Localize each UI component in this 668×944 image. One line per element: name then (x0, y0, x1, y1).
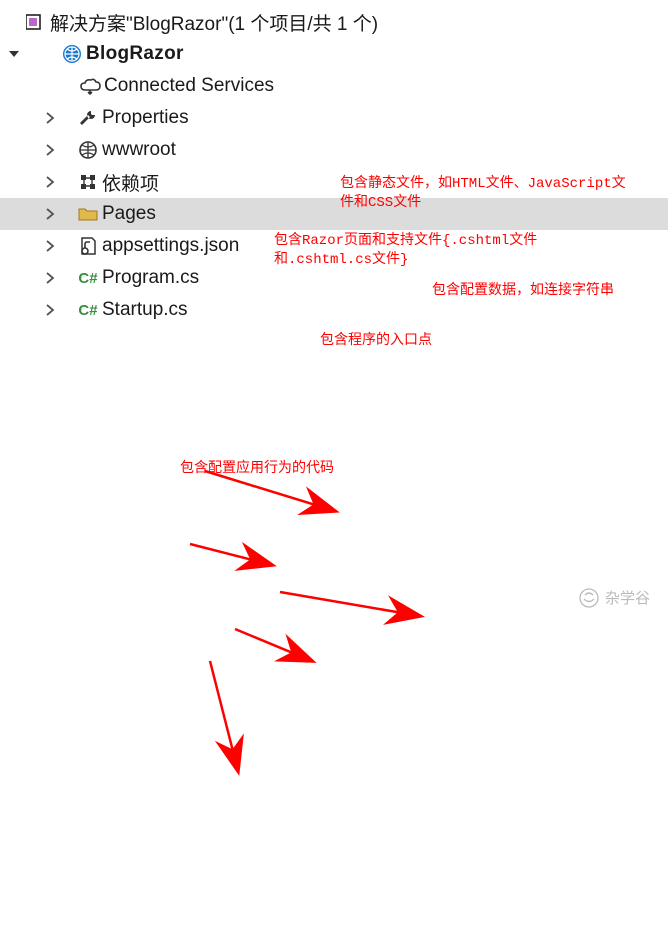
expand-arrow-icon[interactable] (42, 270, 58, 286)
annotation-arrows (0, 326, 668, 944)
expand-arrow-icon[interactable] (42, 174, 58, 190)
expand-arrow-icon[interactable] (42, 238, 58, 254)
solution-label: 解决方案"BlogRazor"(1 个项目/共 1 个) (50, 9, 378, 36)
solution-explorer: 解决方案"BlogRazor"(1 个项目/共 1 个) BlogRazor (0, 0, 668, 326)
expand-arrow-icon[interactable] (42, 110, 58, 126)
cloud-icon (76, 77, 104, 95)
web-project-icon (58, 43, 86, 65)
wwwroot-row[interactable]: wwwroot (0, 134, 668, 166)
startup-label: Startup.cs (102, 299, 188, 321)
connected-services-label: Connected Services (104, 75, 274, 97)
annot-pages: 包含Razor页面和支持文件{.cshtml文件 和.cshtml.cs文件} (274, 232, 537, 270)
project-row[interactable]: BlogRazor (0, 38, 668, 70)
folder-icon (74, 206, 102, 222)
deps-icon (74, 172, 102, 192)
expand-arrow-icon[interactable] (42, 302, 58, 318)
watermark-icon (579, 588, 599, 608)
properties-row[interactable]: Properties (0, 102, 668, 134)
solution-row[interactable]: 解决方案"BlogRazor"(1 个项目/共 1 个) (0, 6, 668, 38)
annot-wwwroot: 包含静态文件，如HTML文件、JavaScript文 件和CSS文件 (340, 175, 626, 213)
expand-arrow-icon[interactable] (42, 142, 58, 158)
deps-label: 依赖项 (102, 169, 159, 196)
properties-label: Properties (102, 107, 189, 129)
connected-services-row[interactable]: Connected Services (0, 70, 668, 102)
expand-arrow-icon[interactable] (42, 206, 58, 222)
project-label: BlogRazor (86, 43, 184, 65)
pages-label: Pages (102, 203, 156, 225)
annot-appsettings: 包含配置数据，如连接字符串 (432, 282, 614, 301)
wrench-icon (74, 108, 102, 128)
solution-icon (22, 13, 50, 31)
appsettings-label: appsettings.json (102, 235, 239, 257)
csharp-icon: C# (74, 302, 102, 319)
watermark-text: 杂学谷 (605, 587, 650, 608)
program-label: Program.cs (102, 267, 199, 289)
globe-icon (74, 140, 102, 160)
collapse-arrow-icon[interactable] (6, 46, 22, 62)
csharp-icon: C# (74, 270, 102, 287)
wwwroot-label: wwwroot (102, 139, 176, 161)
json-icon (74, 236, 102, 256)
annot-startup: 包含配置应用行为的代码 (180, 460, 334, 479)
watermark: 杂学谷 (579, 587, 650, 608)
annot-program: 包含程序的入口点 (320, 332, 432, 351)
